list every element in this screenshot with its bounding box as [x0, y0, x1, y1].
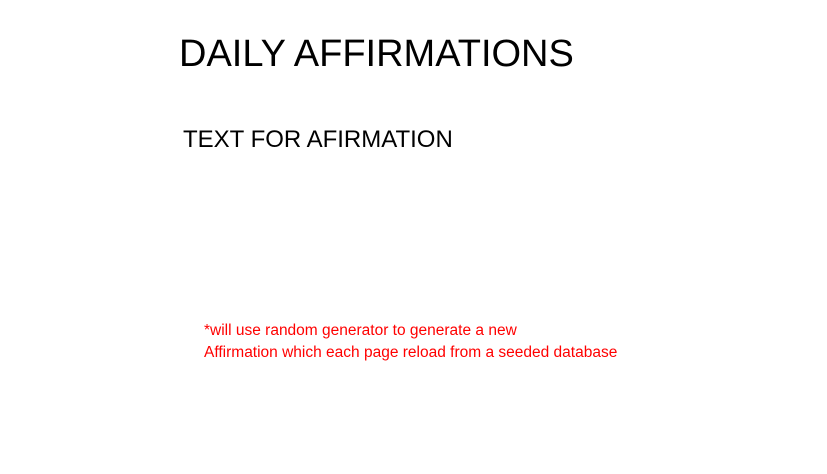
note-line-2: Affirmation which each page reload from … — [204, 344, 618, 361]
slide-canvas: DAILY AFFIRMATIONS TEXT FOR AFIRMATION *… — [0, 0, 827, 474]
implementation-note: *will use random generator to generate a… — [204, 320, 617, 364]
note-line-1: *will use random generator to generate a… — [204, 322, 517, 339]
page-title: DAILY AFFIRMATIONS — [179, 33, 574, 75]
affirmation-text: TEXT FOR AFIRMATION — [183, 126, 453, 153]
